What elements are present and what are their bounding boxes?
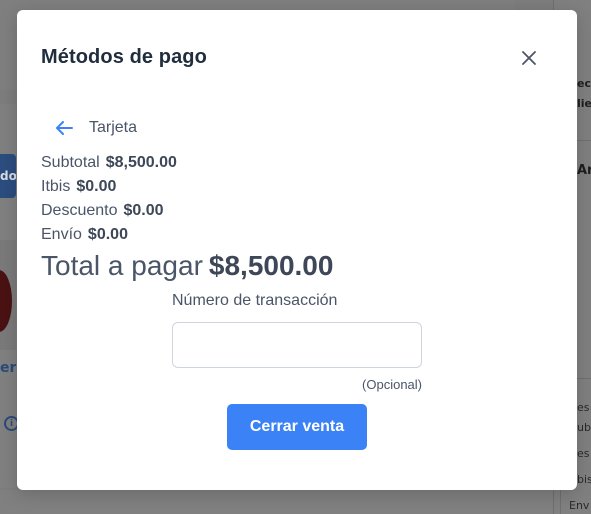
order-summary: Subtotal $8,500.00 Itbis $0.00 Descuento $0… [41,154,177,250]
summary-value: $0.00 [87,226,128,243]
background-text: es [577,447,590,460]
summary-row-shipping: Envío $0.00 [41,226,177,250]
arrow-left-icon [55,118,75,138]
background-text: ec [577,77,591,90]
summary-label: Descuento [41,202,118,219]
summary-value: $0.00 [123,202,164,219]
background-action-button: do [0,154,16,198]
summary-label: Envío [41,226,82,243]
summary-value: $0.00 [76,178,117,195]
background-text: bis [577,473,591,486]
background-text: ub [577,421,591,434]
total-to-pay: Total a pagar $8,500.00 [41,250,333,282]
background-link-text: er [0,360,16,376]
transaction-number-input[interactable] [172,322,422,368]
payment-methods-dialog: Métodos de pago Tarjeta Subtotal $8,500.0… [17,10,577,490]
dialog-title: Métodos de pago [41,46,207,68]
background-button-label: do [0,169,16,183]
summary-value: $8,500.00 [105,154,177,171]
total-label: Total a pagar [41,250,203,281]
summary-row-subtotal: Subtotal $8,500.00 [41,154,177,178]
back-button[interactable]: Tarjeta [55,118,137,138]
close-icon [522,51,536,65]
background-text: es [577,401,590,414]
background-text: lie [577,97,591,110]
close-sale-button[interactable]: Cerrar venta [227,404,367,450]
background-text: Env [569,499,590,512]
transaction-number-label: Número de transacción [172,292,338,309]
summary-label: Subtotal [41,154,100,171]
background-text: Ar [577,163,591,178]
background-panel [0,490,553,514]
close-button[interactable] [517,46,541,70]
total-value: $8,500.00 [208,250,334,281]
summary-row-discount: Descuento $0.00 [41,202,177,226]
payment-method-label: Tarjeta [89,119,138,136]
summary-row-itbis: Itbis $0.00 [41,178,177,202]
optional-hint: (Opcional) [362,377,422,392]
summary-label: Itbis [41,178,71,195]
